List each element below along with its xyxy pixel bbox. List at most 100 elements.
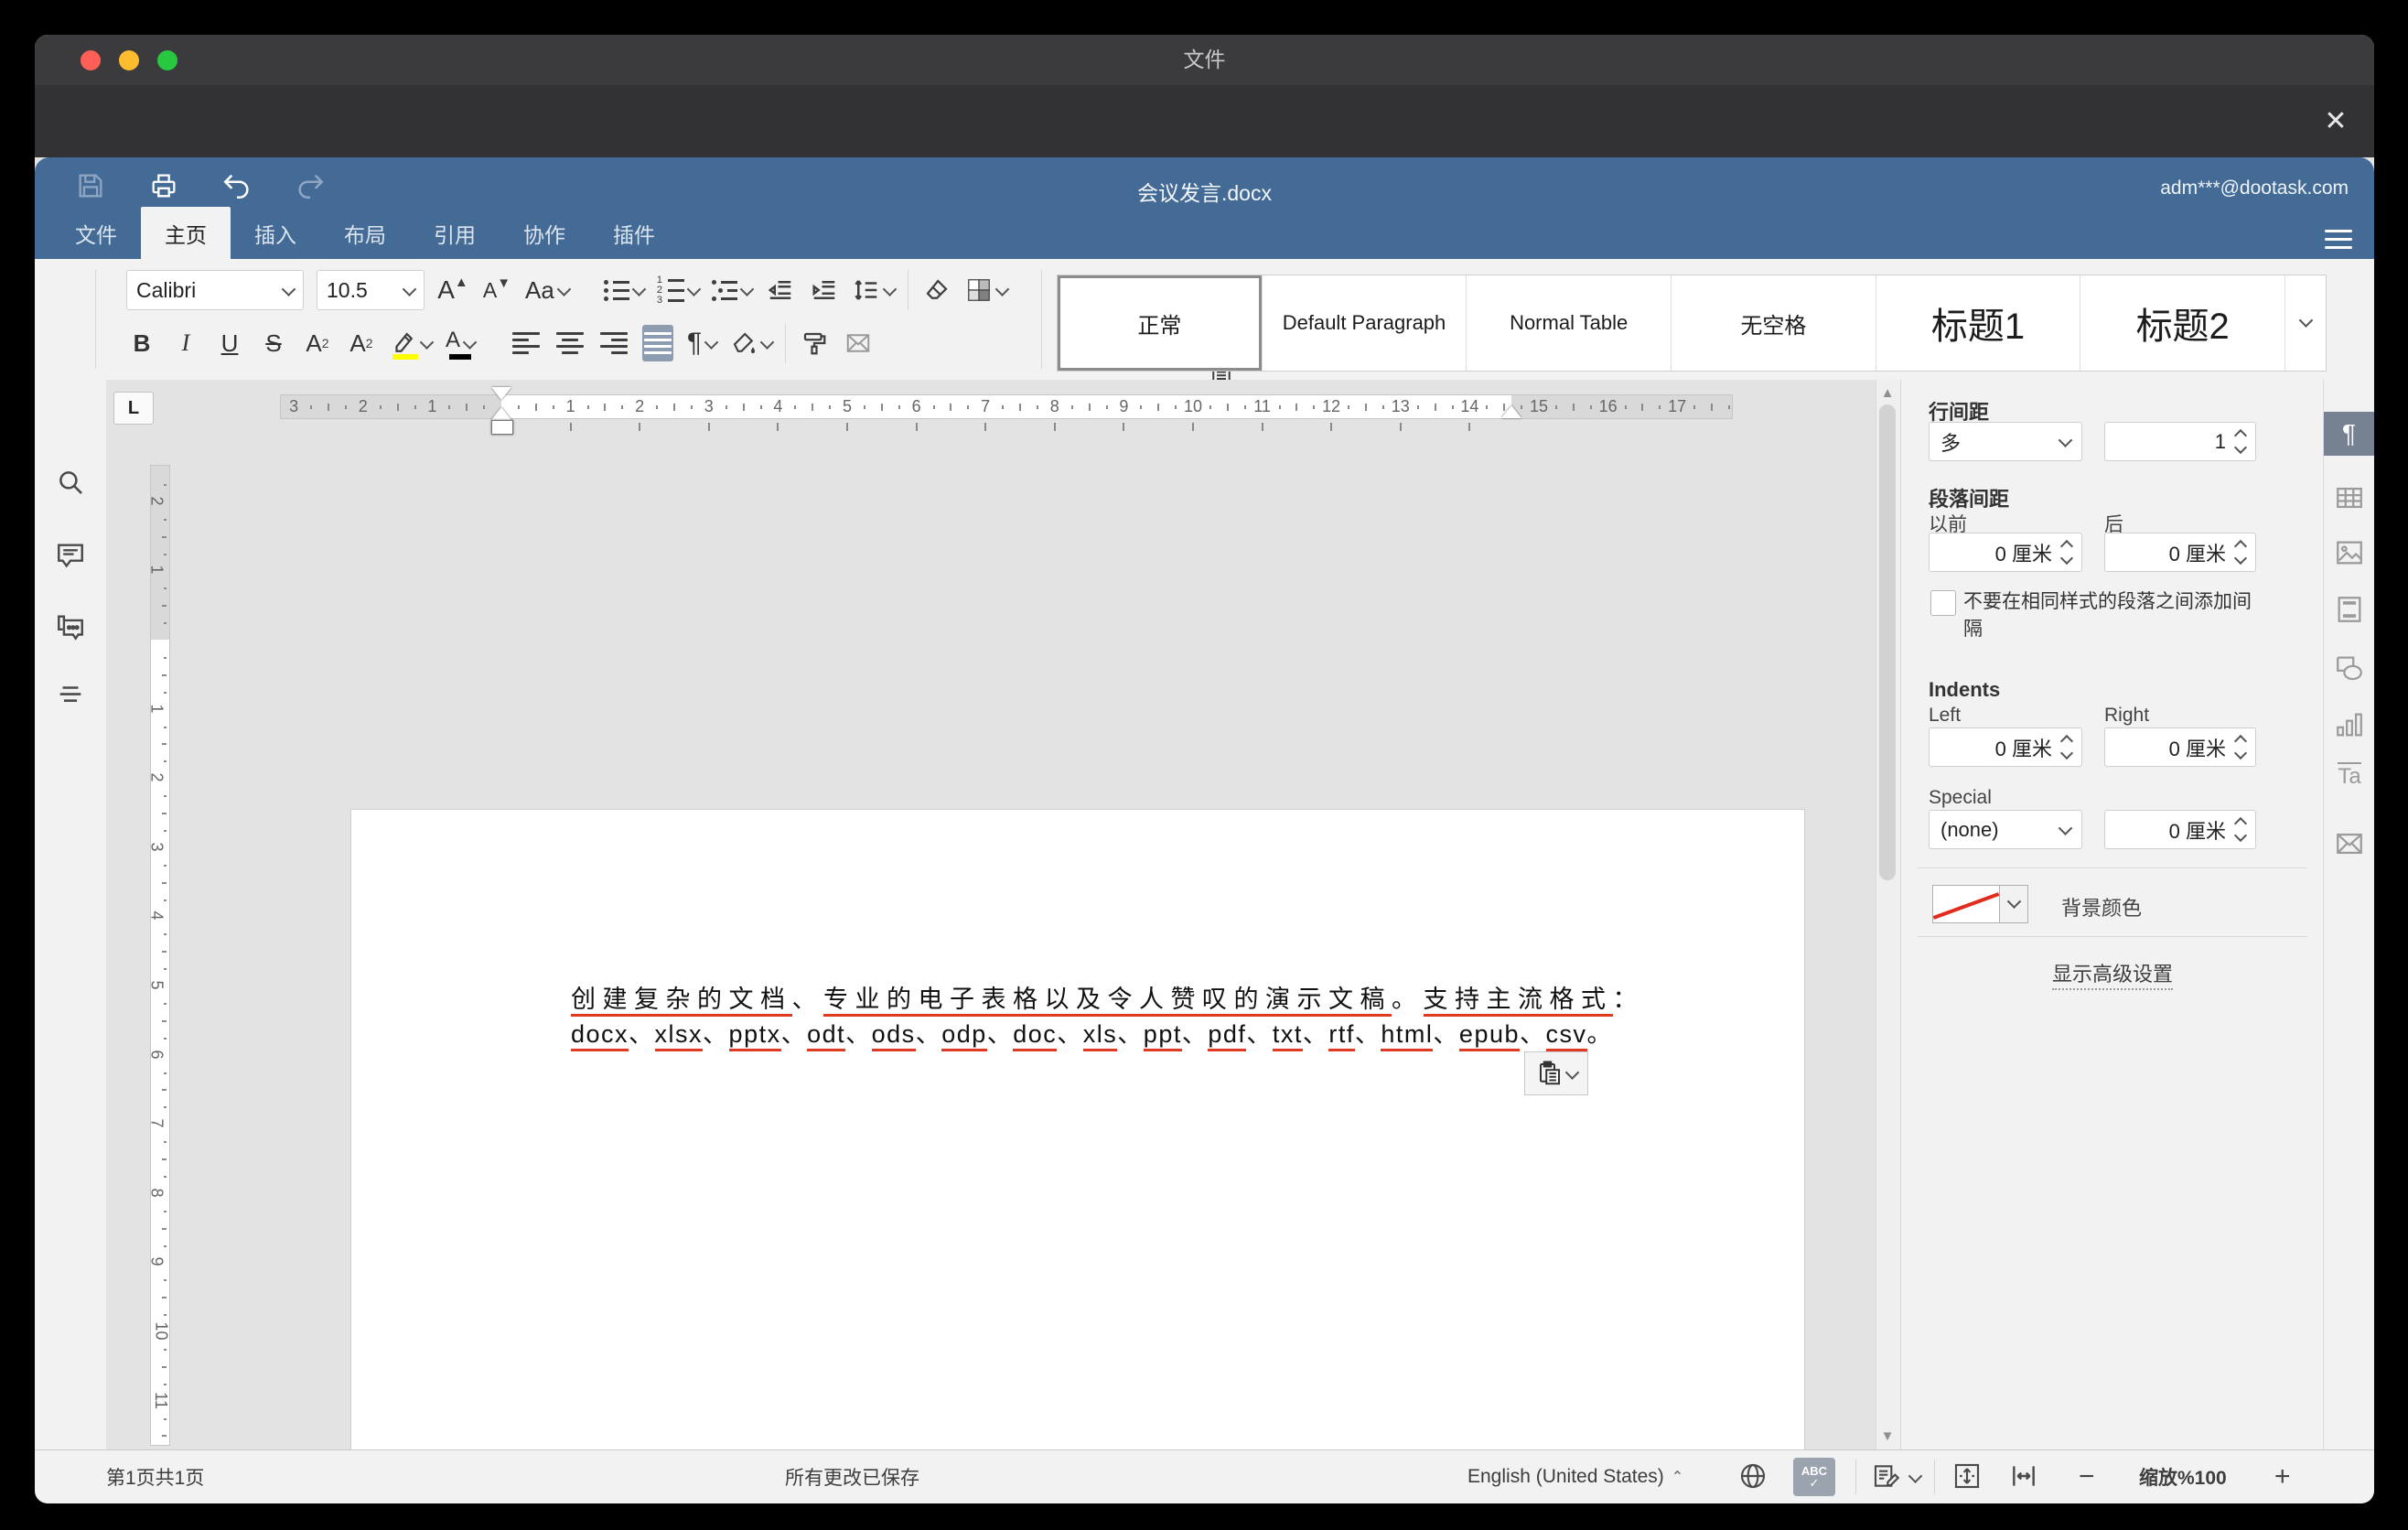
paragraph-settings-icon[interactable]: ¶	[2324, 412, 2374, 456]
ribbon-tab-引用[interactable]: 引用	[410, 207, 500, 259]
vertical-ruler[interactable]: 211234567891011	[150, 465, 170, 1446]
zoom-level[interactable]: 缩放%100	[2139, 1450, 2227, 1503]
background-color-picker[interactable]	[1932, 885, 2028, 923]
horizontal-ruler[interactable]: 3211234567891011121314151617	[280, 394, 1733, 419]
line-spacing-type-select[interactable]: 多	[1929, 422, 2082, 461]
scrollbar-thumb[interactable]	[1879, 404, 1896, 880]
font-color-icon[interactable]: A	[445, 325, 476, 361]
mail-merge-settings-icon[interactable]	[2333, 828, 2366, 861]
comments-icon[interactable]	[55, 540, 88, 573]
numbered-list-icon[interactable]: 123	[657, 272, 699, 308]
multilevel-list-icon[interactable]	[712, 272, 752, 308]
line-spacing-icon[interactable]	[853, 272, 895, 308]
ruler-tick	[164, 554, 167, 555]
mail-merge-icon[interactable]	[843, 325, 874, 361]
ruler-tick	[1486, 405, 1488, 409]
increase-font-icon[interactable]: A▲	[437, 272, 468, 308]
chat-icon[interactable]	[55, 611, 88, 644]
ribbon-tab-插件[interactable]: 插件	[589, 207, 679, 259]
header-footer-settings-icon[interactable]	[2333, 594, 2366, 627]
special-amount-spinner[interactable]: 0 厘米	[2104, 810, 2256, 849]
underline-icon[interactable]: U	[214, 325, 245, 361]
bold-icon[interactable]: B	[126, 325, 157, 361]
ribbon-tab-主页[interactable]: 主页	[141, 207, 231, 259]
decrease-indent-icon[interactable]	[765, 272, 796, 308]
paragraph-marks-icon[interactable]: ¶	[686, 325, 717, 361]
special-select[interactable]: (none)	[1929, 810, 2082, 849]
text-art-settings-icon[interactable]: Ta	[2333, 764, 2366, 797]
no-space-between-checkbox[interactable]	[1930, 590, 1956, 616]
ribbon-tab-协作[interactable]: 协作	[500, 207, 589, 259]
shading-icon[interactable]	[965, 272, 1007, 308]
indent-left-spinner[interactable]: 0 厘米	[1929, 727, 2082, 767]
font-size-select[interactable]: 10.5	[317, 270, 425, 310]
fit-width-icon[interactable]	[2009, 1450, 2040, 1503]
spacing-before-spinner[interactable]: 0 厘米	[1929, 533, 2082, 572]
align-left-icon[interactable]	[511, 325, 542, 361]
shape-settings-icon[interactable]	[2333, 652, 2366, 685]
ruler-number: 2	[147, 496, 167, 505]
paragraph-shading-icon[interactable]	[730, 325, 772, 361]
strikethrough-icon[interactable]: S	[258, 325, 289, 361]
style-item[interactable]: Normal Table	[1467, 275, 1672, 371]
increase-indent-icon[interactable]	[809, 272, 840, 308]
style-item[interactable]: 标题1	[1876, 275, 2081, 371]
chart-settings-icon[interactable]	[2333, 709, 2366, 742]
background-color-swatch[interactable]	[1932, 885, 2000, 923]
zoom-in-button[interactable]: +	[2274, 1450, 2291, 1503]
left-indent-square-marker[interactable]	[491, 420, 513, 435]
hamburger-menu-icon[interactable]	[2325, 224, 2352, 246]
ribbon-tab-文件[interactable]: 文件	[51, 207, 141, 259]
page-count[interactable]: 第1页共1页	[106, 1450, 204, 1503]
superscript-icon[interactable]: A2	[302, 325, 333, 361]
subscript-icon[interactable]: A2	[346, 325, 377, 361]
highlight-color-icon[interactable]	[390, 325, 432, 361]
ruler-tick	[164, 1211, 167, 1212]
document-page[interactable]: 创建复杂的文档、专业的电子表格以及令人赞叹的演示文稿。支持主流格式： docx、…	[351, 810, 1804, 1450]
scroll-up-icon[interactable]: ▲	[1877, 383, 1897, 404]
fit-page-icon[interactable]	[1952, 1450, 1983, 1503]
spell-check-toggle[interactable]: ABC✓	[1793, 1450, 1835, 1503]
vruler-top-margin	[151, 466, 169, 640]
ribbon-tab-布局[interactable]: 布局	[320, 207, 410, 259]
right-indent-marker[interactable]	[1501, 405, 1521, 418]
close-icon[interactable]: ✕	[2317, 103, 2354, 140]
left-indent-marker[interactable]	[491, 407, 511, 420]
style-gallery-more-icon[interactable]	[2285, 275, 2326, 371]
decrease-font-icon[interactable]: A▼	[481, 272, 512, 308]
style-item[interactable]: 正常	[1058, 275, 1263, 371]
paste-options-button[interactable]	[1524, 1051, 1588, 1095]
style-item[interactable]: Default Paragraph	[1263, 275, 1467, 371]
indent-right-spinner[interactable]: 0 厘米	[2104, 727, 2256, 767]
track-changes-button[interactable]	[1872, 1450, 1920, 1503]
chevron-down-icon[interactable]	[2000, 885, 2028, 923]
scroll-down-icon[interactable]: ▼	[1877, 1427, 1897, 1447]
zoom-out-button[interactable]: −	[2079, 1450, 2095, 1503]
style-item[interactable]: 标题2	[2080, 275, 2285, 371]
copy-style-icon[interactable]	[799, 325, 830, 361]
search-icon[interactable]	[55, 467, 88, 500]
ribbon-tab-插入[interactable]: 插入	[231, 207, 320, 259]
ruler-tick	[328, 404, 329, 411]
font-name-select[interactable]: Calibri	[126, 270, 304, 310]
line-spacing-value-spinner[interactable]: 1	[2104, 422, 2256, 461]
align-right-icon[interactable]	[598, 325, 629, 361]
change-case-icon[interactable]: Aa	[525, 272, 569, 308]
italic-icon[interactable]: I	[170, 325, 201, 361]
first-line-indent-marker[interactable]	[491, 387, 511, 400]
language-selector[interactable]: English (United States)⌃	[1467, 1450, 1683, 1503]
style-item[interactable]: 无空格	[1672, 275, 1876, 371]
text-punctuation: 、	[781, 1020, 808, 1048]
align-justify-icon[interactable]	[642, 325, 673, 361]
document-paragraph[interactable]: 创建复杂的文档、专业的电子表格以及令人赞叹的演示文稿。支持主流格式： docx、…	[571, 982, 1592, 1051]
advanced-settings-link[interactable]: 显示高级设置	[2052, 963, 2173, 990]
image-settings-icon[interactable]	[2333, 537, 2366, 570]
align-center-icon[interactable]	[554, 325, 586, 361]
tab-stop-selector[interactable]: L	[113, 392, 154, 425]
set-language-icon[interactable]	[1738, 1450, 1769, 1503]
table-settings-icon[interactable]	[2333, 482, 2366, 515]
navigation-headings-icon[interactable]	[55, 680, 88, 713]
spacing-after-spinner[interactable]: 0 厘米	[2104, 533, 2256, 572]
bullet-list-icon[interactable]	[604, 272, 644, 308]
clear-style-icon[interactable]	[921, 272, 952, 308]
